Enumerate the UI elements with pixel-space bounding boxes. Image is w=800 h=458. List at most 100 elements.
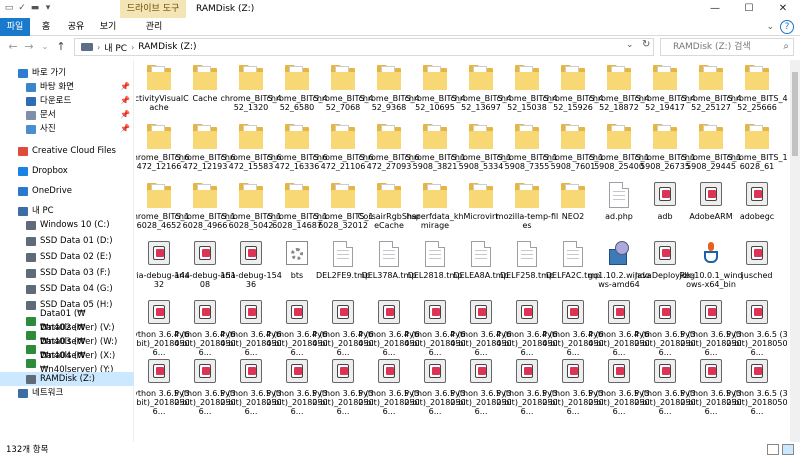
customize-qa-icon[interactable]: ▾ bbox=[43, 3, 53, 13]
sidebar-item[interactable]: 바로 가기 bbox=[0, 66, 134, 80]
address-dropdown-icon[interactable]: ⌄ bbox=[626, 40, 634, 50]
tab-home[interactable]: 홈 bbox=[34, 18, 58, 36]
search-placeholder: RAMDisk (Z:) 검색 bbox=[673, 42, 751, 52]
sidebar-item[interactable]: OneDrive bbox=[0, 184, 134, 198]
sidebar-item[interactable]: SSD Data 02 (E:) bbox=[0, 250, 134, 264]
refresh-icon[interactable]: ↻ bbox=[642, 39, 650, 50]
log-file-icon bbox=[332, 300, 354, 324]
sidebar-item[interactable]: RAMDisk (Z:) bbox=[0, 372, 134, 386]
breadcrumb-my-pc[interactable]: 내 PC bbox=[104, 41, 127, 54]
sidebar-item[interactable]: Windows 10 (C:) bbox=[0, 218, 134, 232]
file-item[interactable]: chrome_BITS_452_25666 bbox=[725, 62, 788, 124]
minimize-button[interactable]: — bbox=[698, 0, 732, 18]
folder-icon bbox=[469, 123, 493, 149]
log-file-icon bbox=[654, 241, 676, 265]
maximize-button[interactable]: ☐ bbox=[732, 0, 766, 18]
address-bar[interactable]: › 내 PC › RAMDisk (Z:) bbox=[74, 38, 654, 56]
tab-share[interactable]: 공유 bbox=[62, 18, 90, 36]
sidebar-item[interactable]: Data04 (₩₩n40lserver) (Y:) bbox=[0, 351, 134, 375]
sidebar-item[interactable]: 내 PC bbox=[0, 204, 134, 218]
tab-file[interactable]: 파일 bbox=[0, 18, 30, 36]
back-button[interactable]: ← bbox=[6, 39, 20, 55]
help-icon[interactable]: ? bbox=[780, 20, 794, 34]
folder-icon bbox=[561, 123, 585, 149]
settings-file-icon bbox=[286, 241, 308, 265]
vertical-scrollbar[interactable] bbox=[790, 60, 800, 442]
sidebar-item[interactable]: Dropbox bbox=[0, 164, 134, 178]
folder-icon bbox=[377, 64, 401, 90]
sidebar-item[interactable]: 바탕 화면 📌 bbox=[0, 80, 134, 94]
recent-locations-button[interactable]: ⌄ bbox=[38, 39, 52, 55]
large-icons-view-icon[interactable] bbox=[782, 444, 794, 455]
log-file-icon bbox=[148, 241, 170, 265]
close-button[interactable]: ✕ bbox=[766, 0, 800, 18]
network-drive-icon bbox=[26, 330, 36, 340]
file-name: chrome_BITS_452_25666 bbox=[726, 94, 788, 112]
context-tab-drive-tools[interactable]: 드라이브 도구 bbox=[120, 0, 186, 18]
sidebar-item[interactable]: SSD Data 03 (F:) bbox=[0, 266, 134, 280]
new-folder-icon[interactable]: ▬ bbox=[30, 3, 40, 13]
document-icon bbox=[425, 241, 445, 267]
status-bar: 132개 항목 bbox=[0, 442, 800, 458]
sidebar-item[interactable]: 문서 📌 bbox=[0, 108, 134, 122]
file-item[interactable]: chrome_BITS_16028_61 bbox=[725, 121, 788, 183]
log-file-icon bbox=[286, 359, 308, 383]
tab-view[interactable]: 보기 bbox=[94, 18, 122, 36]
details-view-icon[interactable] bbox=[767, 444, 779, 455]
file-item[interactable]: Python 3.6.5 (32-bit)_20180506... bbox=[725, 298, 788, 360]
log-file-icon bbox=[516, 300, 538, 324]
drive-icon bbox=[26, 236, 36, 246]
sidebar-item-label: SSD Data 02 (E:) bbox=[40, 252, 112, 262]
tab-manage[interactable]: 관리 bbox=[132, 18, 176, 36]
navigation-pane: 바로 가기바탕 화면 📌 다운로드 📌 문서 📌 사진 📌 Creative Cloud Fil… bbox=[0, 60, 134, 442]
file-name: Python 3.6.5 (32-bit)_20180506... bbox=[726, 330, 788, 357]
file-item[interactable]: adobegc bbox=[725, 180, 788, 242]
forward-button[interactable]: → bbox=[22, 39, 36, 55]
log-file-icon bbox=[148, 359, 170, 383]
folder-icon bbox=[653, 123, 677, 149]
sidebar-item-label: 네트워크 bbox=[32, 388, 64, 398]
pictures-icon bbox=[26, 124, 36, 134]
sidebar-item[interactable]: SSD Data 01 (D:) bbox=[0, 234, 134, 248]
sidebar-item-label: 바로 가기 bbox=[32, 68, 66, 78]
sidebar-item[interactable]: 다운로드 📌 bbox=[0, 94, 134, 108]
sidebar-item-label: RAMDisk (Z:) bbox=[40, 374, 95, 384]
folder-icon bbox=[515, 64, 539, 90]
scrollbar-thumb[interactable] bbox=[792, 72, 798, 156]
file-name: adobegc bbox=[739, 212, 775, 221]
desktop-icon bbox=[26, 82, 36, 92]
star-icon bbox=[18, 68, 28, 78]
folder-icon bbox=[239, 64, 263, 90]
search-input[interactable]: RAMDisk (Z:) 검색 ⌕ bbox=[660, 38, 794, 56]
sidebar-item-label: SSD Data 03 (F:) bbox=[40, 268, 111, 278]
dropbox-icon bbox=[18, 166, 28, 176]
sidebar-item[interactable]: 사진 📌 bbox=[0, 122, 134, 136]
download-icon bbox=[26, 96, 36, 106]
folder-icon bbox=[285, 123, 309, 149]
folder-icon bbox=[147, 182, 171, 208]
folder-icon bbox=[423, 123, 447, 149]
file-item[interactable]: jusched bbox=[725, 239, 788, 301]
network-drive-icon bbox=[26, 344, 36, 354]
sidebar-item[interactable]: SSD Data 04 (G:) bbox=[0, 282, 134, 296]
folder-icon bbox=[653, 64, 677, 90]
drive-icon bbox=[26, 268, 36, 278]
folder-icon bbox=[423, 182, 447, 208]
network-icon bbox=[18, 388, 28, 398]
folder-icon bbox=[377, 123, 401, 149]
log-file-icon bbox=[194, 359, 216, 383]
document-icon bbox=[563, 241, 583, 267]
expand-ribbon-icon[interactable]: ⌄ bbox=[766, 18, 774, 36]
folder-icon bbox=[377, 182, 401, 208]
sidebar-item[interactable]: 네트워크 bbox=[0, 386, 134, 400]
folder-icon bbox=[745, 64, 769, 90]
up-button[interactable]: ↑ bbox=[54, 39, 68, 55]
folder-icon bbox=[699, 64, 723, 90]
log-file-icon bbox=[700, 182, 722, 206]
sidebar-item[interactable]: Creative Cloud Files bbox=[0, 144, 134, 158]
properties-icon[interactable]: ✓ bbox=[17, 3, 27, 13]
item-count: 132개 항목 bbox=[6, 445, 49, 455]
breadcrumb-ramdisk[interactable]: RAMDisk (Z:) bbox=[138, 42, 196, 52]
folder-icon bbox=[561, 64, 585, 90]
file-item[interactable]: Python 3.6.5 (32-bit)_20180506... bbox=[725, 357, 788, 419]
